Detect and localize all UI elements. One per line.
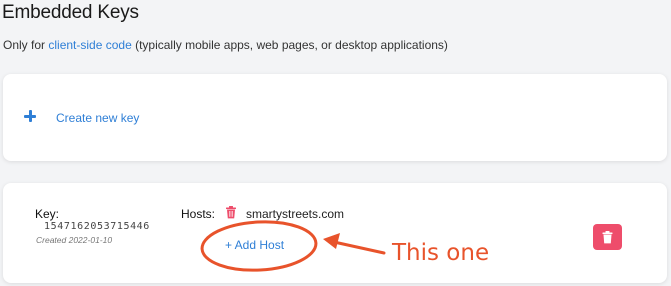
subtitle-prefix: Only for — [3, 38, 49, 52]
embedded-key-card: Key: 1547162053715446 Created 2022-01-10… — [3, 183, 667, 283]
add-host-button[interactable]: + Add Host — [225, 238, 284, 252]
delete-key-button[interactable] — [593, 224, 622, 250]
hosts-label: Hosts: — [181, 207, 216, 221]
page-title: Embedded Keys — [2, 2, 139, 23]
key-created-date: Created 2022-01-10 — [36, 235, 113, 245]
subtitle-suffix: (typically mobile apps, web pages, or de… — [131, 38, 448, 52]
trash-icon — [602, 230, 613, 243]
remove-host-trash-icon[interactable] — [225, 206, 237, 219]
host-item: smartystreets.com — [246, 207, 345, 221]
key-value: 1547162053715446 — [44, 221, 150, 232]
annotation-text: This one — [392, 240, 490, 266]
create-new-key-button[interactable]: Create new key — [56, 111, 139, 125]
plus-icon[interactable] — [24, 110, 36, 122]
create-key-card: Create new key — [3, 74, 667, 161]
client-side-code-link[interactable]: client-side code — [48, 38, 131, 52]
key-label: Key: — [35, 207, 60, 221]
page-subtitle: Only for client-side code (typically mob… — [3, 38, 448, 52]
